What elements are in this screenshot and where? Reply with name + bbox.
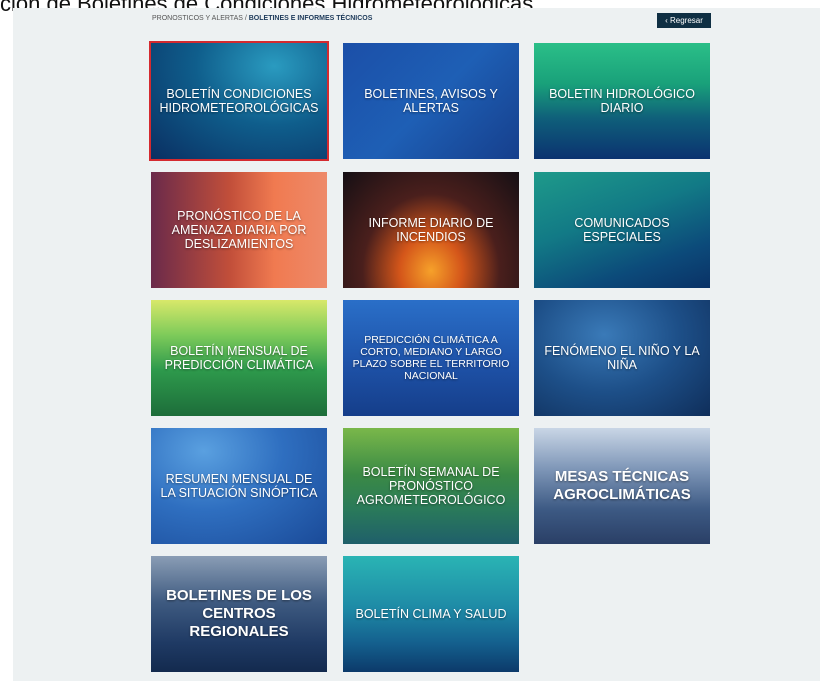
tile-pronostico-deslizamientos[interactable]: PRONÓSTICO DE LA AMENAZA DIARIA POR DESL… xyxy=(151,172,327,288)
tile-label: BOLETÍN SEMANAL DE PRONÓSTICO AGROMETEOR… xyxy=(356,465,506,507)
tile-boletines-avisos[interactable]: BOLETINES, AVISOS Y ALERTAS xyxy=(343,43,519,159)
tile-label: BOLETINES, AVISOS Y ALERTAS xyxy=(364,87,498,115)
tile-boletin-hidrologico[interactable]: BOLETIN HIDROLÓGICO DIARIO xyxy=(534,43,710,159)
tile-label: BOLETINES DE LOS CENTROS REGIONALES xyxy=(166,587,312,640)
breadcrumb-link-pronosticos[interactable]: PRONOSTICOS Y ALERTAS xyxy=(152,15,243,22)
tile-mesas-tecnicas[interactable]: MESAS TÉCNICAS AGROCLIMÁTICAS xyxy=(534,428,710,544)
tile-centros-regionales[interactable]: BOLETINES DE LOS CENTROS REGIONALES xyxy=(151,556,327,672)
tile-fenomeno-nino-nina[interactable]: FENÓMENO EL NIÑO Y LA NIÑA xyxy=(534,300,710,416)
tile-label: BOLETÍN MENSUAL DE PREDICCIÓN CLIMÁTICA xyxy=(164,344,314,372)
tile-label: PRONÓSTICO DE LA AMENAZA DIARIA POR DESL… xyxy=(171,209,307,251)
tile-label: INFORME DIARIO DE INCENDIOS xyxy=(368,216,494,244)
tile-label: BOLETÍN CLIMA Y SALUD xyxy=(355,607,507,621)
tile-boletin-semanal[interactable]: BOLETÍN SEMANAL DE PRONÓSTICO AGROMETEOR… xyxy=(343,428,519,544)
tile-label: FENÓMENO EL NIÑO Y LA NIÑA xyxy=(544,344,700,372)
tile-label: PREDICCIÓN CLIMÁTICA A CORTO, MEDIANO Y … xyxy=(352,334,510,382)
tile-label: MESAS TÉCNICAS AGROCLIMÁTICAS xyxy=(553,468,691,503)
tile-comunicados-especiales[interactable]: COMUNICADOS ESPECIALES xyxy=(534,172,710,288)
back-button-label: Regresar xyxy=(670,16,703,25)
chevron-left-icon: ‹ xyxy=(665,16,668,25)
tile-boletin-mensual[interactable]: BOLETÍN MENSUAL DE PREDICCIÓN CLIMÁTICA xyxy=(151,300,327,416)
tile-prediccion-climatica[interactable]: PREDICCIÓN CLIMÁTICA A CORTO, MEDIANO Y … xyxy=(343,300,519,416)
tile-label: RESUMEN MENSUAL DE LA SITUACIÓN SINÓPTIC… xyxy=(160,472,318,500)
breadcrumb-current: BOLETINES E INFORMES TÉCNICOS xyxy=(248,15,373,22)
tile-label: BOLETÍN CONDICIONES HIDROMETEOROLÓGICAS xyxy=(159,87,319,115)
tile-label: BOLETIN HIDROLÓGICO DIARIO xyxy=(549,87,695,115)
tile-informe-incendios[interactable]: INFORME DIARIO DE INCENDIOS xyxy=(343,172,519,288)
breadcrumb: PRONOSTICOS Y ALERTAS / BOLETINES E INFO… xyxy=(152,15,372,22)
back-button[interactable]: ‹ Regresar xyxy=(657,13,711,28)
tile-clima-salud[interactable]: BOLETÍN CLIMA Y SALUD xyxy=(343,556,519,672)
tile-boletin-condiciones[interactable]: BOLETÍN CONDICIONES HIDROMETEOROLÓGICAS xyxy=(149,41,329,161)
tile-resumen-mensual[interactable]: RESUMEN MENSUAL DE LA SITUACIÓN SINÓPTIC… xyxy=(151,428,327,544)
tile-label: COMUNICADOS ESPECIALES xyxy=(574,216,670,244)
